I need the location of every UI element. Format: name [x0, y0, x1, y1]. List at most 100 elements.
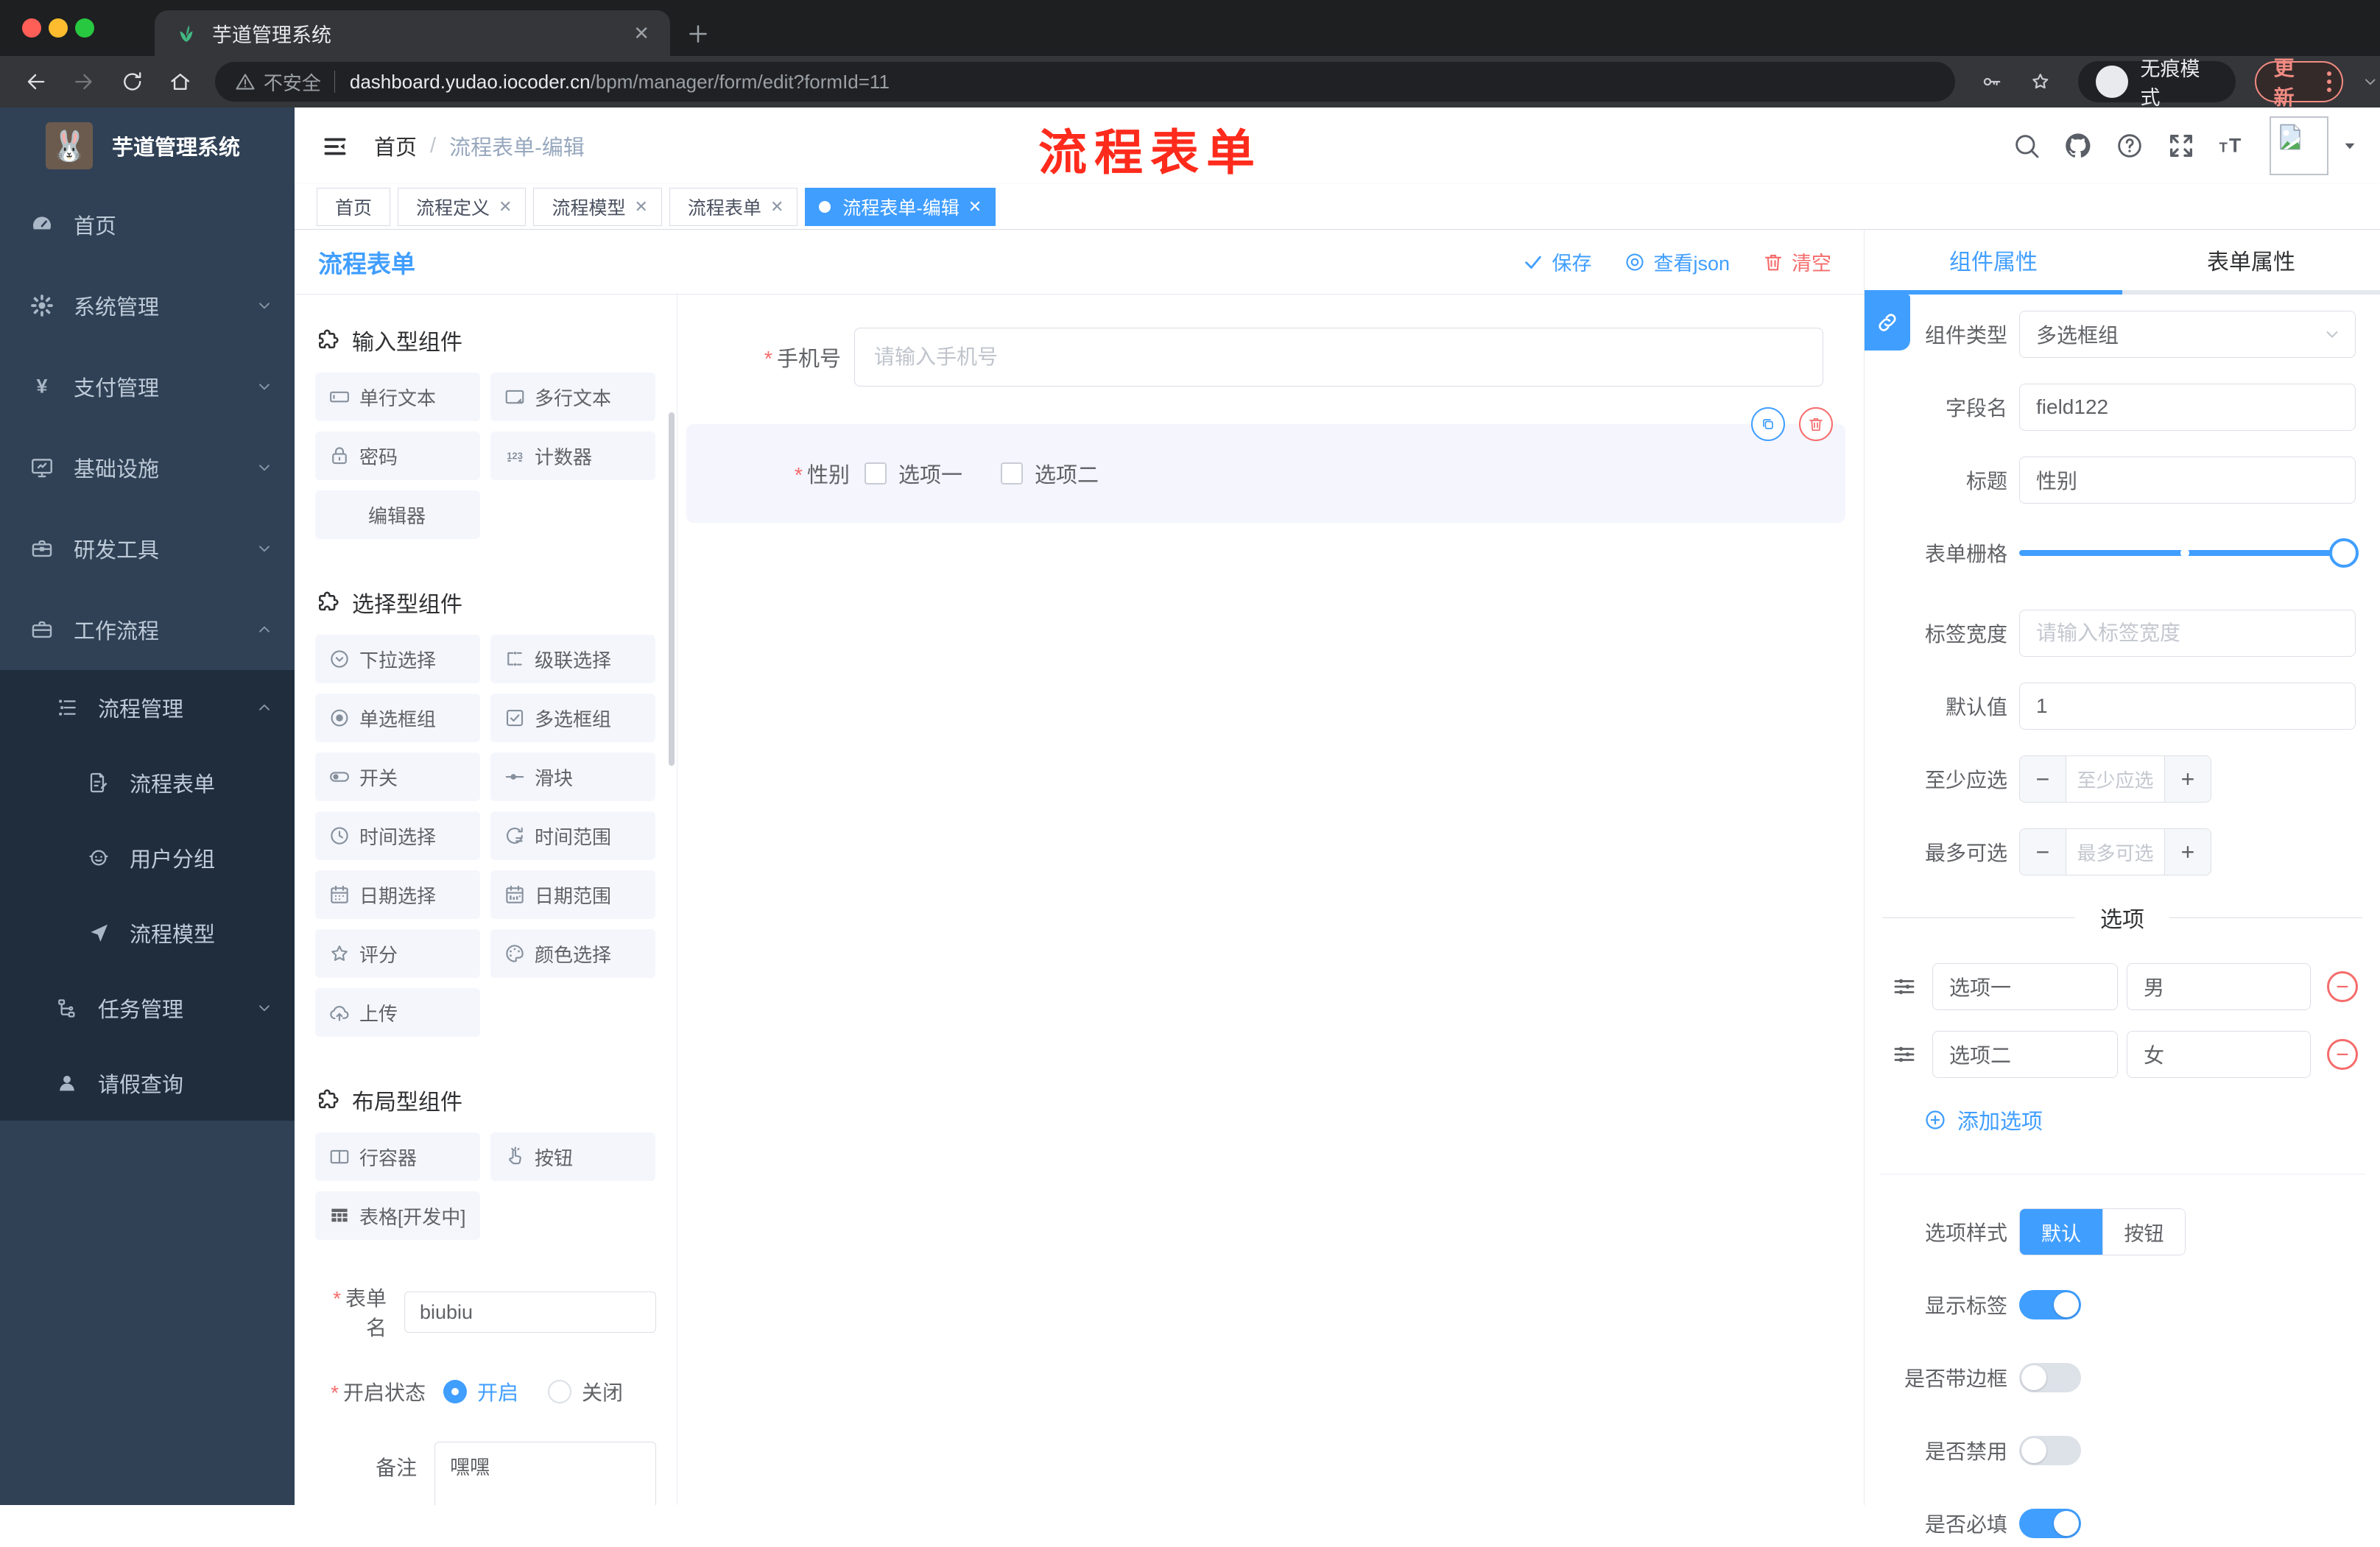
- sidebar-item-process-mgmt[interactable]: 流程管理: [0, 670, 295, 745]
- sidebar-item-devtools[interactable]: 研发工具: [0, 508, 295, 589]
- browser-menu-icon[interactable]: [2327, 71, 2332, 92]
- home-icon[interactable]: [168, 69, 192, 94]
- sidebar-item-home[interactable]: 首页: [0, 184, 295, 265]
- tag-home[interactable]: 首页: [317, 187, 391, 226]
- palette-item-multi-text[interactable]: 多行文本: [490, 373, 655, 421]
- palette-item-password[interactable]: 密码: [315, 431, 480, 480]
- drag-handle-icon[interactable]: [1891, 1041, 1918, 1068]
- clear-button[interactable]: 清空: [1762, 247, 1831, 276]
- palette-item-date[interactable]: 日期选择: [315, 870, 480, 919]
- font-size-icon[interactable]: TT: [2218, 131, 2247, 161]
- back-icon[interactable]: [24, 69, 48, 94]
- duplicate-field-button[interactable]: [1751, 407, 1785, 441]
- palette-item-upload[interactable]: 上传: [315, 988, 480, 1037]
- plus-button[interactable]: +: [2165, 756, 2211, 802]
- required-toggle[interactable]: [2019, 1509, 2081, 1538]
- canvas-field-phone[interactable]: * 手机号: [677, 328, 1864, 387]
- palette-scrollbar[interactable]: [669, 412, 675, 766]
- add-option-button[interactable]: 添加选项: [1913, 1104, 2380, 1135]
- new-tab-button[interactable]: [685, 21, 711, 47]
- palette-item-cascader[interactable]: 级联选择: [490, 635, 655, 683]
- gender-option2-checkbox[interactable]: [1001, 462, 1024, 484]
- palette-item-switch[interactable]: 开关: [315, 753, 480, 801]
- password-key-icon[interactable]: [1980, 70, 2004, 94]
- label-width-input[interactable]: [2019, 610, 2356, 657]
- sidebar-item-process-form[interactable]: 流程表单: [0, 745, 295, 820]
- status-on-radio[interactable]: [443, 1380, 467, 1403]
- palette-item-select[interactable]: 下拉选择: [315, 635, 480, 683]
- sidebar-item-user-group[interactable]: 用户分组: [0, 820, 295, 895]
- palette-item-rate[interactable]: 评分: [315, 929, 480, 978]
- max-select-input[interactable]: 最多可选: [2066, 829, 2165, 875]
- close-icon[interactable]: ✕: [770, 197, 784, 216]
- caret-down-icon[interactable]: [2340, 136, 2359, 155]
- zoom-window-button[interactable]: [75, 18, 94, 38]
- option1-label-input[interactable]: [1932, 963, 2118, 1010]
- palette-item-time[interactable]: 时间选择: [315, 811, 480, 860]
- grid-slider[interactable]: [2019, 529, 2359, 577]
- disabled-toggle[interactable]: [2019, 1436, 2081, 1465]
- show-label-toggle[interactable]: [2019, 1290, 2081, 1319]
- chevron-down-icon[interactable]: [2361, 72, 2380, 91]
- close-window-button[interactable]: [22, 18, 41, 38]
- option2-value-input[interactable]: [2127, 1031, 2311, 1078]
- gender-option1-checkbox[interactable]: [865, 462, 887, 484]
- min-select-input[interactable]: 至少应选: [2066, 756, 2165, 802]
- status-on-label[interactable]: 开启: [477, 1377, 518, 1406]
- forward-icon[interactable]: [71, 69, 96, 94]
- option2-label-input[interactable]: [1932, 1031, 2118, 1078]
- component-type-select[interactable]: [2019, 311, 2356, 358]
- sidebar-item-infra[interactable]: 基础设施: [0, 427, 295, 508]
- help-icon[interactable]: [2115, 131, 2144, 161]
- palette-item-time-range[interactable]: 时间范围: [490, 811, 655, 860]
- browser-tab[interactable]: 芋道管理系统 ✕: [155, 10, 670, 56]
- save-button[interactable]: 保存: [1522, 247, 1591, 276]
- field-name-input[interactable]: [2019, 384, 2356, 431]
- style-default-button[interactable]: 默认: [2020, 1209, 2102, 1255]
- minus-button[interactable]: −: [2020, 756, 2066, 802]
- palette-item-color[interactable]: 颜色选择: [490, 929, 655, 978]
- minimize-window-button[interactable]: [49, 18, 68, 38]
- palette-item-editor[interactable]: 编辑器: [315, 490, 480, 539]
- browser-update-button[interactable]: 更新: [2254, 57, 2344, 109]
- link-icon-tab[interactable]: [1865, 295, 1910, 350]
- tag-process-form[interactable]: 流程表单 ✕: [669, 187, 798, 226]
- sidebar-item-system[interactable]: 系统管理: [0, 265, 295, 346]
- reload-icon[interactable]: [120, 69, 144, 94]
- search-icon[interactable]: [2012, 131, 2041, 161]
- breadcrumb-home[interactable]: 首页: [374, 130, 417, 161]
- gender-option2-label[interactable]: 选项二: [1035, 458, 1099, 489]
- sidebar-item-payment[interactable]: ¥ 支付管理: [0, 346, 295, 427]
- status-off-radio[interactable]: [548, 1380, 572, 1403]
- sidebar-item-workflow[interactable]: 工作流程: [0, 589, 295, 670]
- minus-button[interactable]: −: [2020, 829, 2066, 875]
- github-icon[interactable]: [2063, 131, 2093, 161]
- address-bar[interactable]: 不安全 dashboard.yudao.iocoder.cn /bpm/mana…: [214, 62, 1956, 102]
- title-input[interactable]: [2019, 457, 2356, 504]
- hamburger-icon[interactable]: [321, 133, 349, 161]
- tab-close-icon[interactable]: ✕: [633, 22, 649, 45]
- gender-option1-label[interactable]: 选项一: [898, 458, 962, 489]
- palette-item-radio-group[interactable]: 单选框组: [315, 694, 480, 742]
- sidebar-item-leave-query[interactable]: 请假查询: [0, 1046, 295, 1121]
- canvas-field-gender-selected[interactable]: * 性别 选项一 选项二: [686, 407, 1845, 523]
- default-value-input[interactable]: [2019, 683, 2356, 730]
- option1-value-input[interactable]: [2127, 963, 2311, 1010]
- close-icon[interactable]: ✕: [499, 197, 512, 216]
- view-json-button[interactable]: 查看json: [1624, 247, 1730, 276]
- tag-process-model[interactable]: 流程模型 ✕: [533, 187, 662, 226]
- sidebar-logo[interactable]: 🐰 芋道管理系统: [0, 108, 295, 184]
- palette-item-slider[interactable]: 滑块: [490, 753, 655, 801]
- status-off-label[interactable]: 关闭: [582, 1377, 623, 1406]
- palette-item-button[interactable]: 按钮: [490, 1132, 655, 1181]
- tag-process-form-edit[interactable]: 流程表单-编辑 ✕: [805, 187, 996, 226]
- fullscreen-icon[interactable]: [2166, 131, 2196, 161]
- slider-handle[interactable]: [2329, 538, 2359, 568]
- palette-item-row-container[interactable]: 行容器: [315, 1132, 480, 1181]
- sidebar-item-task-mgmt[interactable]: 任务管理: [0, 970, 295, 1046]
- tag-process-definition[interactable]: 流程定义 ✕: [398, 187, 527, 226]
- palette-item-counter[interactable]: 123 计数器: [490, 431, 655, 480]
- border-toggle[interactable]: [2019, 1363, 2081, 1392]
- palette-item-table[interactable]: 表格[开发中]: [315, 1191, 480, 1240]
- palette-item-date-range[interactable]: 日期范围: [490, 870, 655, 919]
